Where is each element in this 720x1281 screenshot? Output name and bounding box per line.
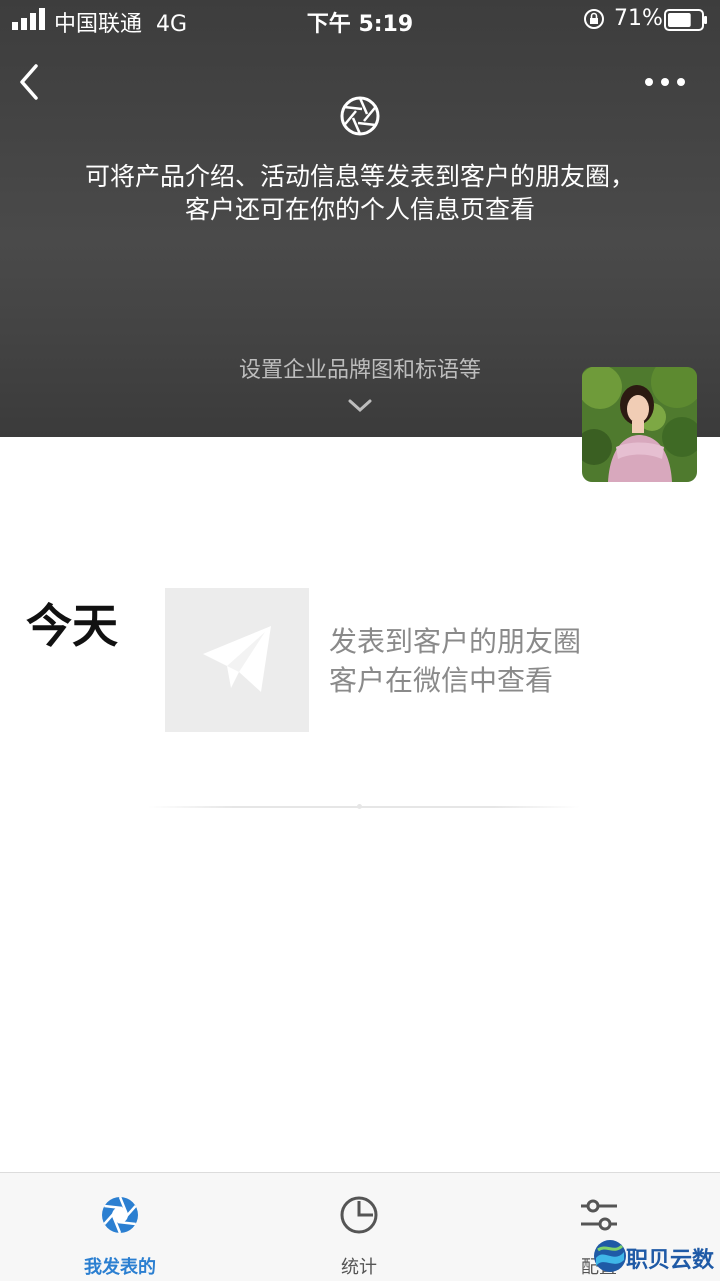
clock: 下午 5:19	[306, 12, 414, 37]
paper-plane-icon	[203, 626, 271, 692]
watermark-text: 职贝云数	[626, 1248, 715, 1273]
watermark: 职贝云数	[592, 1236, 720, 1276]
pie-chart-icon	[340, 1196, 378, 1234]
back-icon[interactable]	[14, 62, 44, 102]
post-desc-line-1: 发表到客户的朋友圈	[329, 625, 582, 658]
post-placeholder[interactable]	[165, 588, 309, 732]
status-bar: 中国联通 4G 下午 5:19 71%	[0, 0, 720, 40]
tab-my-posts[interactable]: 我发表的	[40, 1173, 200, 1281]
rotation-lock-icon	[584, 9, 604, 29]
tab-label: 我发表的	[84, 1257, 156, 1278]
avatar[interactable]	[582, 367, 697, 482]
sliders-icon	[581, 1199, 617, 1231]
divider	[148, 806, 580, 808]
today-label: 今天	[26, 599, 118, 653]
divider-dot	[357, 804, 362, 809]
watermark-logo-icon	[594, 1240, 626, 1272]
intro-text: 可将产品介绍、活动信息等发表到客户的朋友圈，客户还可在你的个人信息页查看	[84, 162, 635, 224]
aperture-icon	[340, 96, 380, 136]
post-description: 发表到客户的朋友圈 客户在微信中查看	[329, 622, 581, 700]
tab-label: 统计	[341, 1257, 377, 1278]
tab-statistics[interactable]: 统计	[279, 1173, 439, 1281]
battery-icon	[664, 9, 707, 31]
battery-percent: 71%	[614, 6, 663, 31]
aperture-icon	[102, 1196, 138, 1234]
post-desc-line-2: 客户在微信中查看	[329, 664, 554, 697]
chevron-down-icon[interactable]	[346, 396, 374, 416]
more-icon[interactable]	[642, 70, 688, 94]
